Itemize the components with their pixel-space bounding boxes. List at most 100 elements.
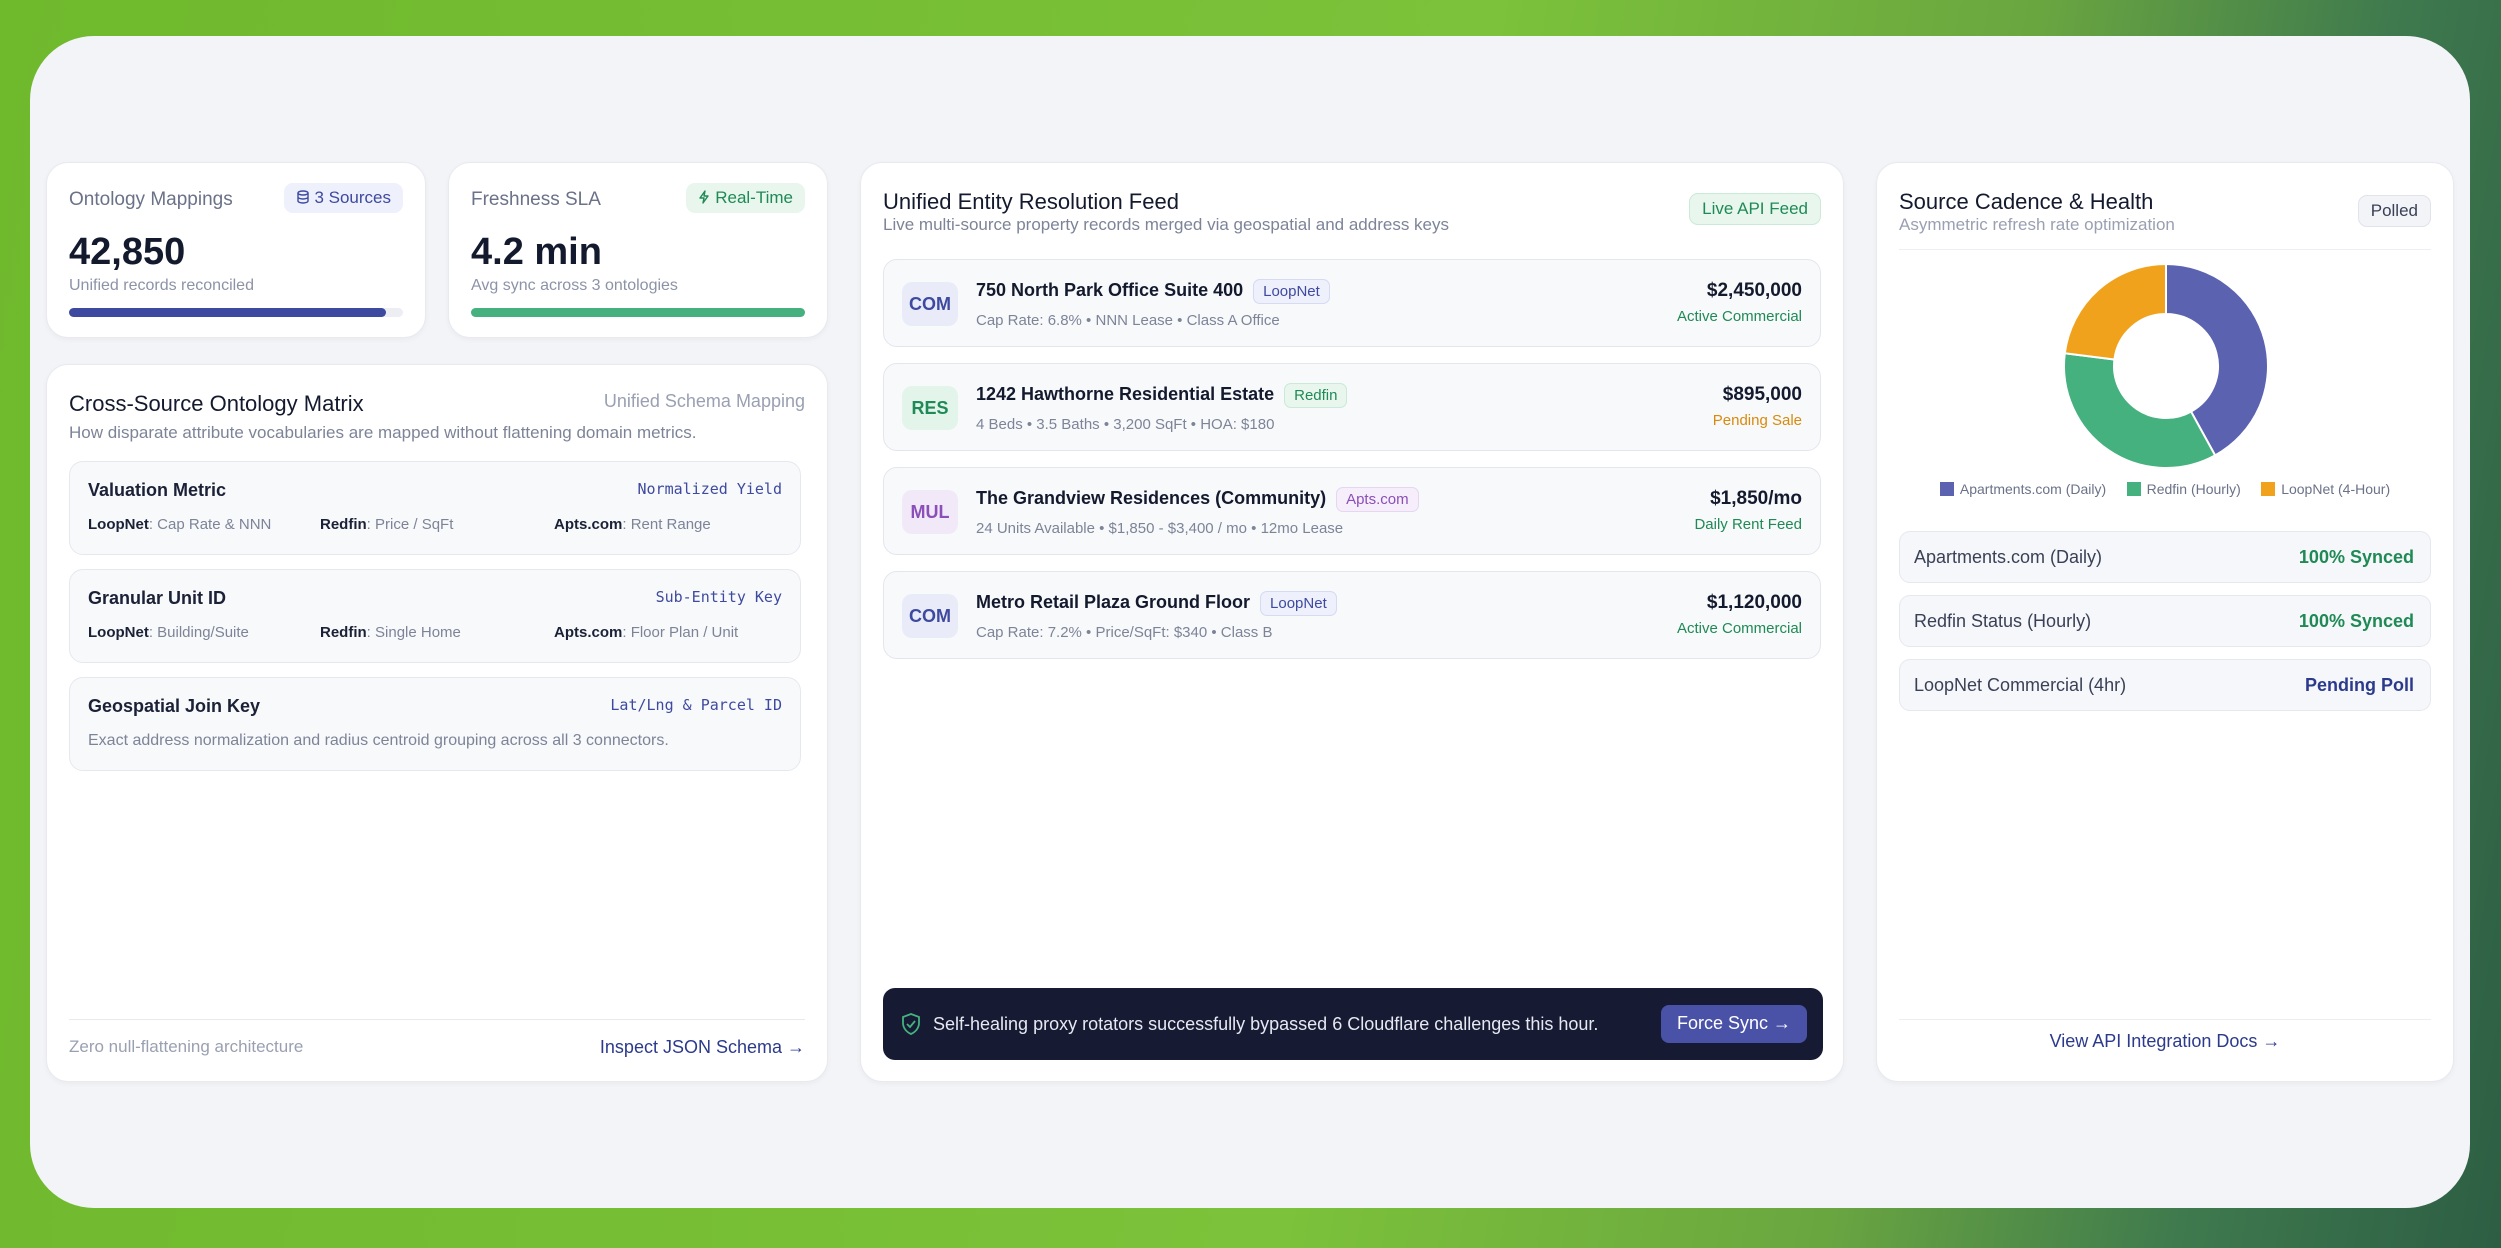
matrix-row[interactable]: Valuation Metric Normalized Yield LoopNe…	[69, 461, 801, 555]
footer-note: Zero null-flattening architecture	[69, 1037, 304, 1056]
legend-swatch	[2261, 482, 2276, 496]
health-subtitle: Asymmetric refresh rate optimization	[1899, 215, 2175, 234]
progress-fill	[69, 308, 387, 317]
realtime-badge-label: Real-Time	[715, 188, 793, 207]
type-badge: RES	[902, 386, 958, 430]
divider	[1899, 249, 2431, 250]
inspect-json-schema-link[interactable]: Inspect JSON Schema →	[600, 1037, 805, 1058]
source-tag: Redfin	[1284, 383, 1348, 408]
field-value: Rent Range	[630, 516, 711, 533]
property-name: Metro Retail Plaza Ground Floor	[976, 592, 1251, 612]
live-api-feed-badge: Live API Feed	[1689, 193, 1821, 225]
field-source: LoopNet	[88, 624, 149, 641]
legend-item: LoopNet (4-Hour)	[2261, 481, 2390, 497]
feed-item[interactable]: RES 1242 Hawthorne Residential Estate Red…	[883, 363, 1821, 451]
property-price: $1,120,000	[1706, 592, 1802, 613]
kpi-value: 4.2 min	[471, 231, 602, 273]
health-row-label: LoopNet Commercial (4hr)	[1914, 675, 2127, 695]
polled-badge: Polled	[2357, 195, 2431, 227]
matrix-row-key: Sub-Entity Key	[655, 588, 782, 606]
health-row: LoopNet Commercial (4hr) Pending Poll	[1899, 659, 2431, 711]
field-source: Redfin	[320, 624, 367, 641]
type-badge: MUL	[902, 490, 958, 534]
field-source: Apts.com	[554, 516, 623, 533]
legend-swatch	[1939, 482, 1954, 496]
field-value: Floor Plan / Unit	[630, 624, 739, 641]
property-name: 1242 Hawthorne Residential Estate	[976, 384, 1275, 404]
property-status: Daily Rent Feed	[1694, 516, 1802, 533]
ontology-matrix-card: Cross-Source Ontology Matrix Unified Sch…	[46, 364, 828, 1082]
source-health-card: Source Cadence & Health Asymmetric refre…	[1876, 162, 2454, 1082]
matrix-row-title: Valuation Metric	[88, 480, 227, 500]
feed-item[interactable]: COM Metro Retail Plaza Ground Floor LoopN…	[883, 571, 1821, 659]
matrix-title: Cross-Source Ontology Matrix	[69, 391, 364, 416]
kpi-subtitle: Avg sync across 3 ontologies	[471, 277, 678, 294]
field-value: Cap Rate & NNN	[157, 516, 272, 533]
progress-fill	[471, 308, 805, 317]
cadence-donut-chart	[2063, 263, 2269, 469]
matrix-row-key: Normalized Yield	[637, 480, 783, 498]
legend-label: Redfin (Hourly)	[2146, 481, 2241, 497]
database-icon	[296, 188, 315, 207]
view-api-docs-link[interactable]: View API Integration Docs →	[1877, 1031, 2453, 1052]
property-meta: Cap Rate: 7.2% • Price/SqFt: $340 • Clas…	[976, 624, 1273, 641]
field-source: Redfin	[320, 516, 367, 533]
shield-check-icon	[901, 1013, 921, 1040]
dashboard-frame: Ontology Mappings 3 Sources 42,850 Unifi…	[30, 36, 2470, 1208]
kpi-value: 42,850	[69, 231, 186, 273]
sources-badge-label: 3 Sources	[314, 188, 391, 207]
matrix-row[interactable]: Geospatial Join Key Lat/Lng & Parcel ID …	[69, 677, 801, 771]
type-badge: COM	[902, 282, 958, 326]
property-price: $1,850/mo	[1710, 488, 1802, 509]
kpi-label: Freshness SLA	[471, 189, 601, 210]
chart-legend: Apartments.com (Daily) Redfin (Hourly) L…	[1877, 481, 2453, 501]
property-price: $895,000	[1722, 384, 1802, 405]
health-row-status: 100% Synced	[2298, 547, 2414, 567]
kpi-label: Ontology Mappings	[69, 189, 233, 210]
legend-item: Redfin (Hourly)	[2126, 481, 2241, 497]
legend-label: Apartments.com (Daily)	[1959, 481, 2107, 497]
feed-item[interactable]: MUL The Grandview Residences (Community)…	[883, 467, 1821, 555]
health-row-status: Pending Poll	[2304, 675, 2414, 695]
health-title: Source Cadence & Health	[1899, 189, 2154, 214]
health-row: Redfin Status (Hourly) 100% Synced	[1899, 595, 2431, 647]
force-sync-button[interactable]: Force Sync →	[1660, 1005, 1807, 1043]
entity-feed-card: Unified Entity Resolution Feed Live mult…	[860, 162, 1844, 1082]
divider	[69, 1019, 805, 1020]
progress-track	[69, 308, 403, 317]
feed-title: Unified Entity Resolution Feed	[883, 189, 1179, 214]
realtime-badge: Real-Time	[686, 183, 805, 213]
matrix-subtitle: How disparate attribute vocabularies are…	[69, 423, 697, 442]
matrix-row-description: Exact address normalization and radius c…	[88, 732, 669, 749]
kpi-card-ontology: Ontology Mappings 3 Sources 42,850 Unifi…	[46, 162, 426, 338]
progress-track	[471, 308, 805, 317]
health-row-label: Apartments.com (Daily)	[1914, 547, 2103, 567]
divider	[1899, 1019, 2431, 1020]
matrix-row[interactable]: Granular Unit ID Sub-Entity Key LoopNet:…	[69, 569, 801, 663]
matrix-row-title: Granular Unit ID	[88, 588, 227, 608]
donut-slice	[2063, 263, 2167, 361]
source-tag: Apts.com	[1336, 487, 1419, 512]
matrix-tag: Unified Schema Mapping	[603, 391, 805, 411]
property-meta: 24 Units Available • $1,850 - $3,400 / m…	[976, 520, 1344, 537]
field-source: LoopNet	[88, 516, 149, 533]
sources-badge: 3 Sources	[283, 183, 403, 213]
field-source: Apts.com	[554, 624, 623, 641]
proxy-status-banner: Self-healing proxy rotators successfully…	[883, 988, 1823, 1060]
legend-swatch	[2126, 482, 2141, 496]
source-tag: LoopNet	[1260, 591, 1337, 616]
lightning-icon	[698, 188, 715, 207]
banner-message: Self-healing proxy rotators successfully…	[933, 1014, 1599, 1034]
field-value: Price / SqFt	[375, 516, 454, 533]
property-status: Active Commercial	[1676, 620, 1802, 637]
property-status: Active Commercial	[1676, 308, 1802, 325]
matrix-row-key: Lat/Lng & Parcel ID	[610, 696, 782, 714]
kpi-card-freshness: Freshness SLA Real-Time 4.2 min Avg sync…	[448, 162, 828, 338]
property-price: $2,450,000	[1706, 280, 1802, 301]
type-badge: COM	[902, 594, 958, 638]
property-meta: 4 Beds • 3.5 Baths • 3,200 SqFt • HOA: $…	[976, 416, 1275, 433]
field-value: Single Home	[375, 624, 461, 641]
feed-subtitle: Live multi-source property records merge…	[883, 215, 1449, 234]
feed-item[interactable]: COM 750 North Park Office Suite 400 LoopN…	[883, 259, 1821, 347]
property-name: The Grandview Residences (Community)	[976, 488, 1327, 508]
